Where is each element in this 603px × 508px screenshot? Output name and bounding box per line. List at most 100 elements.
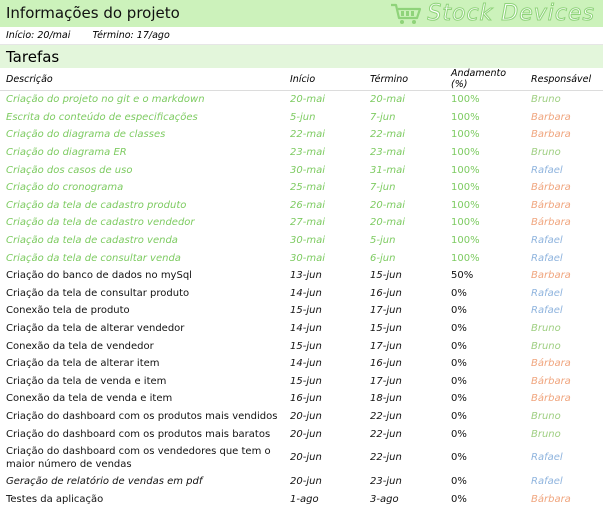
task-description: Escrita do conteúdo de especificações [0,109,284,127]
task-progress: 0% [445,285,525,303]
task-start: 30-mai [284,249,364,267]
task-description: Criação da tela de consultar venda [0,249,284,267]
table-row: Criação do banco de dados no mySql13-jun… [0,267,603,285]
column-header-progress: Andamento (%) [445,68,525,91]
task-start: 22-mai [284,126,364,144]
task-progress: 0% [445,355,525,373]
task-owner: Rafael [525,473,603,491]
task-start: 14-jun [284,320,364,338]
table-row: Criação do diagrama de classes22-mai22-m… [0,126,603,144]
task-start: 23-mai [284,144,364,162]
task-description: Geração de relatório de vendas em pdf [0,473,284,491]
task-progress: 100% [445,144,525,162]
section-title: Tarefas [6,48,59,66]
task-end: 5-jun [364,232,445,250]
start-label: Início: [6,30,34,41]
brand-name: Stock Devices [427,1,595,26]
task-description: Criação do cronograma [0,179,284,197]
task-start: 20-jun [284,443,364,473]
task-end: 3-ago [364,490,445,508]
task-progress: 0% [445,408,525,426]
task-end: 15-jun [364,320,445,338]
task-end: 22-jun [364,425,445,443]
task-progress: 0% [445,337,525,355]
task-end: 16-jun [364,285,445,303]
task-progress: 100% [445,214,525,232]
task-end: 15-jun [364,267,445,285]
task-end: 16-jun [364,355,445,373]
table-row: Conexão da tela de vendedor15-jun17-jun0… [0,337,603,355]
task-progress: 100% [445,161,525,179]
task-start: 20-mai [284,91,364,109]
start-value: 20/mai [37,30,70,41]
task-end: 18-jun [364,390,445,408]
column-header-description: Descrição [0,68,284,91]
task-progress: 100% [445,109,525,127]
task-owner: Bruno [525,425,603,443]
task-progress: 100% [445,126,525,144]
task-start: 30-mai [284,161,364,179]
task-description: Criação dos casos de uso [0,161,284,179]
task-description: Conexão da tela de venda e item [0,390,284,408]
task-start: 20-jun [284,473,364,491]
task-owner: Barbara [525,109,603,127]
task-description: Criação do diagrama ER [0,144,284,162]
task-end: 20-mai [364,91,445,109]
project-info-header: Informações do projeto Stock Devices [0,0,603,27]
task-owner: Bárbara [525,390,603,408]
task-progress: 50% [445,267,525,285]
end-label: Término: [92,30,133,41]
task-description: Criação do diagrama de classes [0,126,284,144]
task-progress: 0% [445,390,525,408]
task-start: 20-jun [284,425,364,443]
task-owner: Bárbara [525,179,603,197]
task-owner: Bárbara [525,355,603,373]
task-start: 25-mai [284,179,364,197]
task-progress: 0% [445,490,525,508]
table-row: Criação da tela de consultar produto14-j… [0,285,603,303]
table-row: Criação dos casos de uso30-mai31-mai100%… [0,161,603,179]
task-progress: 0% [445,425,525,443]
task-description: Criação da tela de cadastro produto [0,197,284,215]
task-rows: Criação do projeto no git e o markdown20… [0,91,603,508]
task-end: 7-jun [364,179,445,197]
task-end: 22-jun [364,408,445,426]
table-row: Criação da tela de consultar venda30-mai… [0,249,603,267]
task-description: Criação da tela de cadastro vendedor [0,214,284,232]
column-header-start: Início [284,68,364,91]
task-owner: Bruno [525,337,603,355]
table-row: Criação da tela de alterar item14-jun16-… [0,355,603,373]
task-description: Criação do dashboard com os produtos mai… [0,425,284,443]
task-start: 26-mai [284,197,364,215]
table-row: Criação da tela de cadastro produto26-ma… [0,197,603,215]
task-end: 23-mai [364,144,445,162]
task-start: 13-jun [284,267,364,285]
task-owner: Bárbara [525,373,603,391]
task-end: 22-mai [364,126,445,144]
task-owner: Rafael [525,285,603,303]
table-row: Conexão tela de produto15-jun17-jun0%Raf… [0,302,603,320]
task-progress: 0% [445,302,525,320]
task-description: Criação do banco de dados no mySql [0,267,284,285]
task-end: 17-jun [364,373,445,391]
table-row: Criação do diagrama ER23-mai23-mai100%Br… [0,144,603,162]
task-progress: 100% [445,249,525,267]
task-progress: 100% [445,197,525,215]
task-end: 23-jun [364,473,445,491]
table-row: Criação do dashboard com os produtos mai… [0,425,603,443]
table-row: Criação da tela de cadastro vendedor27-m… [0,214,603,232]
task-description: Conexão tela de produto [0,302,284,320]
task-description: Criação da tela de alterar vendedor [0,320,284,338]
task-progress: 0% [445,443,525,473]
task-owner: Bárbara [525,197,603,215]
column-header-end: Término [364,68,445,91]
task-description: Criação da tela de consultar produto [0,285,284,303]
table-row: Criação do projeto no git e o markdown20… [0,91,603,109]
table-row: Geração de relatório de vendas em pdf20-… [0,473,603,491]
table-row: Criação da tela de venda e item15-jun17-… [0,373,603,391]
task-end: 17-jun [364,302,445,320]
task-owner: Rafael [525,249,603,267]
shopping-cart-icon [389,2,423,26]
table-row: Criação da tela de cadastro venda30-mai5… [0,232,603,250]
task-start: 15-jun [284,337,364,355]
